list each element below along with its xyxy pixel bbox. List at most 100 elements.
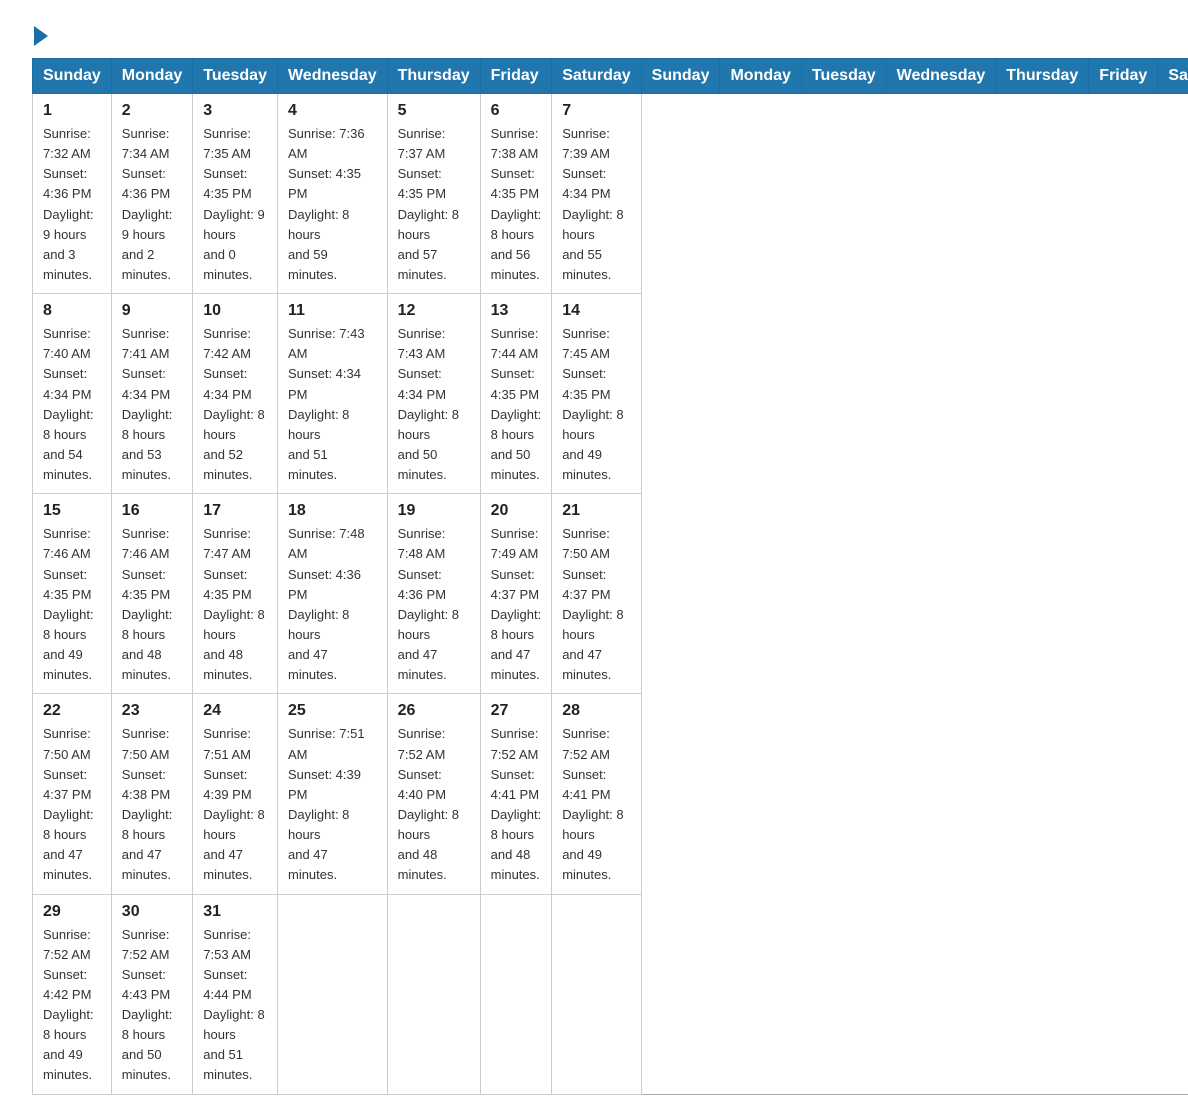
- day-number: 5: [398, 102, 470, 120]
- day-number: 19: [398, 502, 470, 520]
- day-number: 7: [562, 102, 630, 120]
- calendar-cell: 31 Sunrise: 7:53 AMSunset: 4:44 PMDaylig…: [193, 894, 278, 1094]
- day-number: 11: [288, 302, 377, 320]
- days-of-week-row: SundayMondayTuesdayWednesdayThursdayFrid…: [33, 59, 1188, 94]
- calendar-cell: 30 Sunrise: 7:52 AMSunset: 4:43 PMDaylig…: [111, 894, 192, 1094]
- day-number: 28: [562, 702, 630, 720]
- day-info: Sunrise: 7:52 AMSunset: 4:43 PMDaylight:…: [122, 927, 173, 1083]
- day-info: Sunrise: 7:46 AMSunset: 4:35 PMDaylight:…: [43, 526, 94, 682]
- day-info: Sunrise: 7:43 AMSunset: 4:34 PMDaylight:…: [398, 326, 459, 482]
- calendar-table: SundayMondayTuesdayWednesdayThursdayFrid…: [32, 58, 1188, 1095]
- day-number: 3: [203, 102, 267, 120]
- day-of-week-wednesday: Wednesday: [886, 59, 996, 94]
- day-number: 6: [491, 102, 542, 120]
- day-of-week-header: Wednesday: [277, 59, 387, 94]
- day-number: 16: [122, 502, 182, 520]
- day-of-week-header: Sunday: [33, 59, 112, 94]
- day-of-week-monday: Monday: [720, 59, 801, 94]
- day-info: Sunrise: 7:39 AMSunset: 4:34 PMDaylight:…: [562, 126, 623, 282]
- day-info: Sunrise: 7:43 AMSunset: 4:34 PMDaylight:…: [288, 326, 365, 482]
- calendar-cell: 15 Sunrise: 7:46 AMSunset: 4:35 PMDaylig…: [33, 494, 112, 694]
- day-number: 13: [491, 302, 542, 320]
- calendar-cell: 4 Sunrise: 7:36 AMSunset: 4:35 PMDayligh…: [277, 94, 387, 294]
- calendar-cell: 1 Sunrise: 7:32 AMSunset: 4:36 PMDayligh…: [33, 94, 112, 294]
- calendar-cell: 27 Sunrise: 7:52 AMSunset: 4:41 PMDaylig…: [480, 694, 552, 894]
- calendar-cell: 8 Sunrise: 7:40 AMSunset: 4:34 PMDayligh…: [33, 294, 112, 494]
- calendar-cell: 6 Sunrise: 7:38 AMSunset: 4:35 PMDayligh…: [480, 94, 552, 294]
- calendar-cell: 26 Sunrise: 7:52 AMSunset: 4:40 PMDaylig…: [387, 694, 480, 894]
- calendar-cell: [277, 894, 387, 1094]
- day-info: Sunrise: 7:46 AMSunset: 4:35 PMDaylight:…: [122, 526, 173, 682]
- calendar-cell: 2 Sunrise: 7:34 AMSunset: 4:36 PMDayligh…: [111, 94, 192, 294]
- day-info: Sunrise: 7:36 AMSunset: 4:35 PMDaylight:…: [288, 126, 365, 282]
- day-number: 8: [43, 302, 101, 320]
- day-number: 25: [288, 702, 377, 720]
- calendar-cell: 16 Sunrise: 7:46 AMSunset: 4:35 PMDaylig…: [111, 494, 192, 694]
- day-info: Sunrise: 7:38 AMSunset: 4:35 PMDaylight:…: [491, 126, 542, 282]
- calendar-cell: 9 Sunrise: 7:41 AMSunset: 4:34 PMDayligh…: [111, 294, 192, 494]
- calendar-week-row: 1 Sunrise: 7:32 AMSunset: 4:36 PMDayligh…: [33, 94, 1188, 294]
- logo-arrow-icon: [34, 26, 48, 46]
- day-number: 15: [43, 502, 101, 520]
- day-info: Sunrise: 7:52 AMSunset: 4:40 PMDaylight:…: [398, 726, 459, 882]
- day-number: 17: [203, 502, 267, 520]
- day-info: Sunrise: 7:50 AMSunset: 4:38 PMDaylight:…: [122, 726, 173, 882]
- day-info: Sunrise: 7:44 AMSunset: 4:35 PMDaylight:…: [491, 326, 542, 482]
- day-number: 23: [122, 702, 182, 720]
- day-info: Sunrise: 7:48 AMSunset: 4:36 PMDaylight:…: [288, 526, 365, 682]
- calendar-week-row: 8 Sunrise: 7:40 AMSunset: 4:34 PMDayligh…: [33, 294, 1188, 494]
- day-of-week-friday: Friday: [1089, 59, 1158, 94]
- day-of-week-header: Friday: [480, 59, 552, 94]
- day-info: Sunrise: 7:35 AMSunset: 4:35 PMDaylight:…: [203, 126, 264, 282]
- day-number: 12: [398, 302, 470, 320]
- logo: [32, 24, 48, 42]
- calendar-cell: 23 Sunrise: 7:50 AMSunset: 4:38 PMDaylig…: [111, 694, 192, 894]
- calendar-cell: 3 Sunrise: 7:35 AMSunset: 4:35 PMDayligh…: [193, 94, 278, 294]
- day-info: Sunrise: 7:37 AMSunset: 4:35 PMDaylight:…: [398, 126, 459, 282]
- calendar-cell: [480, 894, 552, 1094]
- day-info: Sunrise: 7:42 AMSunset: 4:34 PMDaylight:…: [203, 326, 264, 482]
- calendar-cell: 22 Sunrise: 7:50 AMSunset: 4:37 PMDaylig…: [33, 694, 112, 894]
- day-info: Sunrise: 7:41 AMSunset: 4:34 PMDaylight:…: [122, 326, 173, 482]
- day-number: 21: [562, 502, 630, 520]
- day-info: Sunrise: 7:52 AMSunset: 4:41 PMDaylight:…: [562, 726, 623, 882]
- day-of-week-tuesday: Tuesday: [801, 59, 886, 94]
- day-number: 26: [398, 702, 470, 720]
- calendar-cell: [387, 894, 480, 1094]
- calendar-cell: 14 Sunrise: 7:45 AMSunset: 4:35 PMDaylig…: [552, 294, 641, 494]
- day-number: 24: [203, 702, 267, 720]
- calendar-cell: 25 Sunrise: 7:51 AMSunset: 4:39 PMDaylig…: [277, 694, 387, 894]
- calendar-cell: 17 Sunrise: 7:47 AMSunset: 4:35 PMDaylig…: [193, 494, 278, 694]
- calendar-cell: 19 Sunrise: 7:48 AMSunset: 4:36 PMDaylig…: [387, 494, 480, 694]
- calendar-week-row: 15 Sunrise: 7:46 AMSunset: 4:35 PMDaylig…: [33, 494, 1188, 694]
- calendar-cell: 12 Sunrise: 7:43 AMSunset: 4:34 PMDaylig…: [387, 294, 480, 494]
- calendar-cell: 28 Sunrise: 7:52 AMSunset: 4:41 PMDaylig…: [552, 694, 641, 894]
- day-info: Sunrise: 7:50 AMSunset: 4:37 PMDaylight:…: [562, 526, 623, 682]
- day-info: Sunrise: 7:50 AMSunset: 4:37 PMDaylight:…: [43, 726, 94, 882]
- day-number: 20: [491, 502, 542, 520]
- day-number: 27: [491, 702, 542, 720]
- calendar-week-row: 29 Sunrise: 7:52 AMSunset: 4:42 PMDaylig…: [33, 894, 1188, 1094]
- day-info: Sunrise: 7:51 AMSunset: 4:39 PMDaylight:…: [288, 726, 365, 882]
- calendar-week-row: 22 Sunrise: 7:50 AMSunset: 4:37 PMDaylig…: [33, 694, 1188, 894]
- day-info: Sunrise: 7:40 AMSunset: 4:34 PMDaylight:…: [43, 326, 94, 482]
- calendar-cell: 18 Sunrise: 7:48 AMSunset: 4:36 PMDaylig…: [277, 494, 387, 694]
- day-of-week-header: Saturday: [552, 59, 641, 94]
- day-of-week-header: Monday: [111, 59, 192, 94]
- calendar-cell: 10 Sunrise: 7:42 AMSunset: 4:34 PMDaylig…: [193, 294, 278, 494]
- day-number: 22: [43, 702, 101, 720]
- day-info: Sunrise: 7:45 AMSunset: 4:35 PMDaylight:…: [562, 326, 623, 482]
- day-number: 4: [288, 102, 377, 120]
- day-number: 1: [43, 102, 101, 120]
- calendar-cell: 7 Sunrise: 7:39 AMSunset: 4:34 PMDayligh…: [552, 94, 641, 294]
- day-of-week-header: Thursday: [387, 59, 480, 94]
- day-info: Sunrise: 7:51 AMSunset: 4:39 PMDaylight:…: [203, 726, 264, 882]
- calendar-cell: 24 Sunrise: 7:51 AMSunset: 4:39 PMDaylig…: [193, 694, 278, 894]
- day-number: 9: [122, 302, 182, 320]
- day-info: Sunrise: 7:49 AMSunset: 4:37 PMDaylight:…: [491, 526, 542, 682]
- calendar-cell: 20 Sunrise: 7:49 AMSunset: 4:37 PMDaylig…: [480, 494, 552, 694]
- day-info: Sunrise: 7:53 AMSunset: 4:44 PMDaylight:…: [203, 927, 264, 1083]
- day-info: Sunrise: 7:47 AMSunset: 4:35 PMDaylight:…: [203, 526, 264, 682]
- day-info: Sunrise: 7:34 AMSunset: 4:36 PMDaylight:…: [122, 126, 173, 282]
- page-header: [32, 24, 1156, 42]
